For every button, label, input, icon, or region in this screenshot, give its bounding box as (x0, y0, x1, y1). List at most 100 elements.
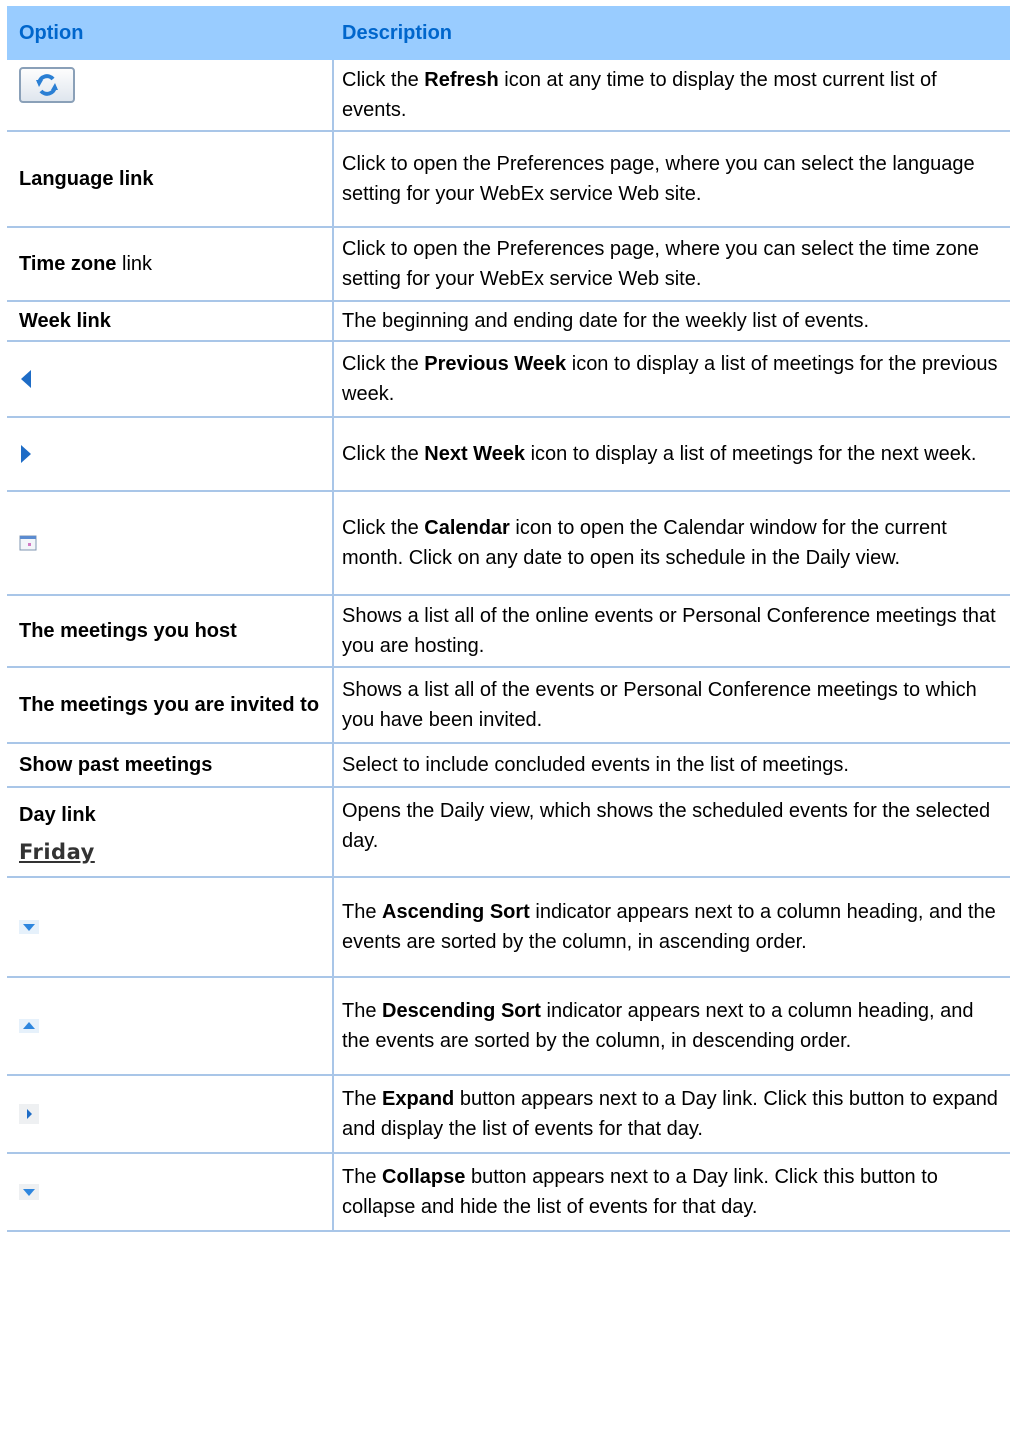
option-cell (7, 492, 334, 594)
table-row: The Collapse button appears next to a Da… (7, 1154, 1010, 1232)
description-cell: Click the Previous Week icon to display … (334, 342, 1010, 416)
option-cell (7, 1076, 334, 1152)
description-text: Click to open the Preferences page, wher… (342, 149, 1000, 209)
description-cell: Select to include concluded events in th… (334, 744, 1010, 786)
description-cell: Click the Next Week icon to display a li… (334, 418, 1010, 490)
description-segment: Click the (342, 443, 425, 465)
refresh-icon (19, 67, 75, 103)
description-cell: The Collapse button appears next to a Da… (334, 1154, 1010, 1230)
description-segment: Click the (342, 517, 425, 539)
table-row: Language link Click to open the Preferenc… (7, 132, 1010, 228)
option-label: Time zone (19, 252, 117, 275)
option-cell: Week link (7, 302, 334, 340)
description-bold: Descending Sort (382, 1000, 541, 1022)
table-body: Click the Refresh icon at any time to di… (7, 60, 1010, 1232)
table-row: The Descending Sort indicator appears ne… (7, 978, 1010, 1076)
description-segment: icon to display a list of meetings for t… (525, 443, 977, 465)
description-text: Click to open the Preferences page, wher… (342, 234, 1000, 294)
description-text: Shows a list all of the online events or… (342, 601, 1000, 661)
description-bold: Expand (382, 1088, 455, 1110)
description-bold: Ascending Sort (382, 901, 530, 923)
description-cell: Click the Calendar icon to open the Cale… (334, 492, 1010, 594)
description-text: Click the Previous Week icon to display … (342, 349, 1000, 409)
option-label: Week link (19, 310, 111, 332)
option-cell: Show past meetings (7, 744, 334, 786)
option-cell (7, 978, 334, 1074)
description-segment: Select to include concluded events in th… (342, 754, 849, 776)
option-cell: Time zone link (7, 228, 334, 300)
description-segment: Click to open the Preferences page, wher… (342, 153, 975, 205)
table-row: Click the Next Week icon to display a li… (7, 418, 1010, 492)
description-cell: The Expand button appears next to a Day … (334, 1076, 1010, 1152)
description-segment: Shows a list all of the events or Person… (342, 679, 977, 731)
table-row: Day link Friday Opens the Daily view, whic… (7, 788, 1010, 878)
description-segment: Click the (342, 353, 425, 375)
description-cell: Click to open the Preferences page, wher… (334, 228, 1010, 300)
description-bold: Collapse (382, 1166, 466, 1188)
option-cell: Day link Friday (7, 788, 334, 876)
table-row: The meetings you host Shows a list all of… (7, 596, 1010, 668)
description-bold: Calendar (424, 517, 510, 539)
description-text: Click the Calendar icon to open the Cale… (342, 513, 1000, 573)
table-row: Week link The beginning and ending date f… (7, 302, 1010, 342)
description-cell: Opens the Daily view, which shows the sc… (334, 788, 1010, 876)
previous-week-icon (19, 369, 33, 389)
description-segment: The beginning and ending date for the we… (342, 310, 870, 332)
table-row: Click the Previous Week icon to display … (7, 342, 1010, 418)
option-label: Language link (19, 168, 154, 190)
table-row: The meetings you are invited to Shows a l… (7, 668, 1010, 744)
description-segment: Click the (342, 69, 425, 91)
option-cell: Language link (7, 132, 334, 226)
ascending-sort-icon (19, 920, 39, 934)
description-text: The Collapse button appears next to a Da… (342, 1162, 1000, 1222)
description-segment: The (342, 901, 383, 923)
description-segment: The (342, 1000, 383, 1022)
table-row: Show past meetings Select to include conc… (7, 744, 1010, 788)
description-cell: The Descending Sort indicator appears ne… (334, 978, 1010, 1074)
description-cell: The Ascending Sort indicator appears nex… (334, 878, 1010, 976)
table-row: Click the Calendar icon to open the Cale… (7, 492, 1010, 596)
description-cell: Click to open the Preferences page, wher… (334, 132, 1010, 226)
description-text: The Descending Sort indicator appears ne… (342, 996, 1000, 1056)
option-label: The meetings you are invited to (19, 694, 320, 716)
header-description: Description (342, 21, 453, 44)
table-row: The Ascending Sort indicator appears nex… (7, 878, 1010, 978)
option-cell (7, 342, 334, 416)
description-text: Select to include concluded events in th… (342, 750, 849, 780)
description-text: Shows a list all of the events or Person… (342, 675, 1000, 735)
option-label-suffix: link (116, 252, 153, 275)
description-bold: Previous Week (424, 353, 567, 375)
table-header: Option Description (7, 6, 1010, 60)
descending-sort-icon (19, 1019, 39, 1033)
day-link-example[interactable]: Friday (19, 840, 95, 864)
description-segment: Shows a list all of the online events or… (342, 605, 996, 657)
description-text: The Expand button appears next to a Day … (342, 1084, 1000, 1144)
option-cell (7, 878, 334, 976)
description-cell: Shows a list all of the online events or… (334, 596, 1010, 666)
description-cell: Click the Refresh icon at any time to di… (334, 60, 1010, 130)
table-row: Click the Refresh icon at any time to di… (7, 60, 1010, 132)
option-cell (7, 60, 334, 130)
description-segment: The (342, 1088, 383, 1110)
option-label: The meetings you host (19, 620, 237, 642)
next-week-icon (19, 444, 33, 464)
description-cell: Shows a list all of the events or Person… (334, 668, 1010, 742)
calendar-icon (19, 535, 37, 551)
description-cell: The beginning and ending date for the we… (334, 302, 1010, 340)
option-label: Show past meetings (19, 754, 213, 776)
option-cell: The meetings you are invited to (7, 668, 334, 742)
option-cell (7, 418, 334, 490)
options-table: Option Description Click the Refresh ico… (7, 6, 1010, 1232)
description-bold: Next Week (424, 443, 526, 465)
expand-icon (19, 1104, 39, 1124)
header-option: Option (19, 21, 84, 44)
description-segment: Click to open the Preferences page, wher… (342, 238, 980, 290)
description-text: Click the Refresh icon at any time to di… (342, 65, 1000, 125)
table-row: The Expand button appears next to a Day … (7, 1076, 1010, 1154)
option-label: Day link (19, 804, 96, 826)
description-bold: Refresh (424, 69, 499, 91)
table-row: Time zone link Click to open the Preferen… (7, 228, 1010, 302)
description-text: Click the Next Week icon to display a li… (342, 439, 976, 469)
option-cell: The meetings you host (7, 596, 334, 666)
collapse-icon (19, 1184, 39, 1200)
